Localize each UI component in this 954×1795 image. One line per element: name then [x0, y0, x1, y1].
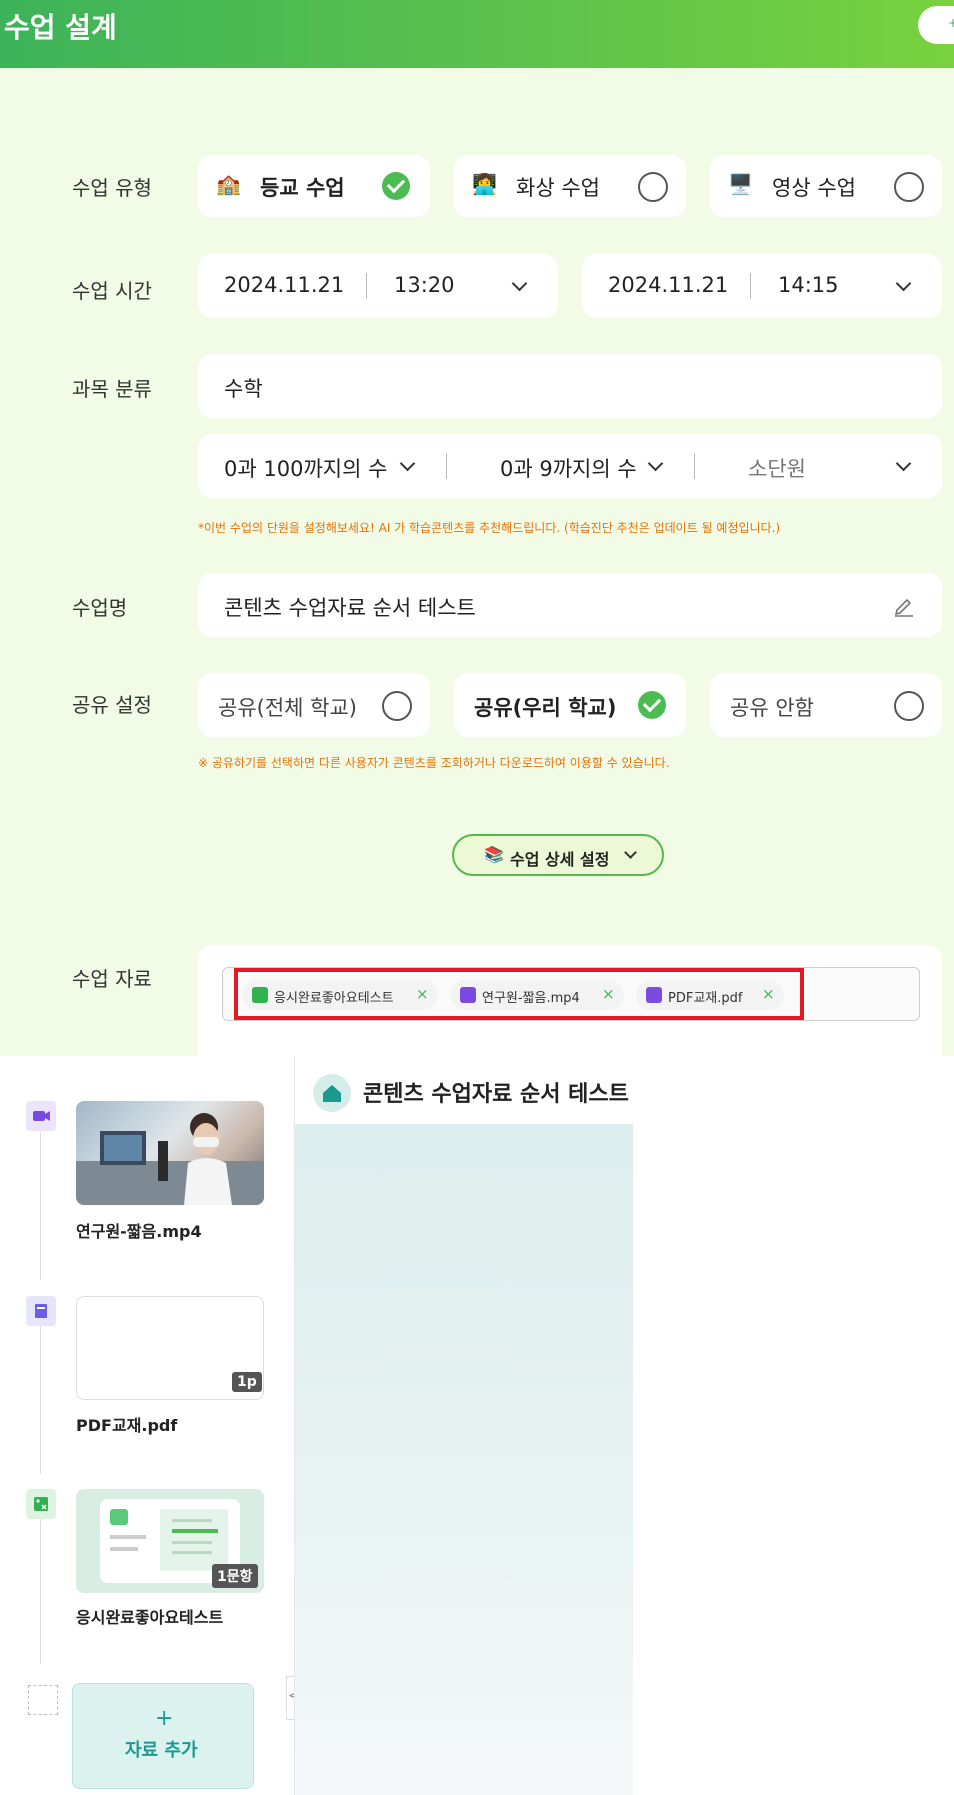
- page-title: 수업 설계: [4, 11, 117, 44]
- monitor-icon: 🖥️: [728, 172, 753, 196]
- chevron-down-icon: [647, 455, 664, 472]
- preview-panel: 콘텐츠 수업자료 순서 테스트: [294, 1056, 633, 1795]
- subject-select[interactable]: 수학: [198, 354, 942, 418]
- chevron-down-icon: [399, 455, 416, 472]
- checked-icon: [638, 691, 666, 719]
- share-option-our-school[interactable]: 공유(우리 학교): [454, 673, 686, 737]
- add-material-button[interactable]: + 자료 추가: [72, 1683, 254, 1789]
- material-chip-video[interactable]: 연구원-짧음.mp4 ×: [450, 980, 624, 1010]
- preview-content: [295, 1124, 633, 1795]
- timeline-connector: [40, 1518, 41, 1664]
- type-label: 수업 유형: [72, 176, 152, 200]
- timeline-item-name: PDF교재.pdf: [76, 1416, 178, 1435]
- type-option-label: 화상 수업: [516, 176, 600, 200]
- timeline-connector: [40, 1326, 41, 1474]
- share-label: 공유 설정: [72, 693, 152, 717]
- share-option-label: 공유(우리 학교): [474, 696, 617, 720]
- unit-select-major[interactable]: 0과 100까지의 수: [224, 453, 387, 483]
- share-option-none[interactable]: 공유 안함: [710, 673, 942, 737]
- home-icon[interactable]: [313, 1074, 351, 1112]
- detail-settings-label: 수업 상세 설정: [510, 850, 610, 869]
- empty-slot-icon: [28, 1685, 58, 1715]
- divider: [446, 453, 447, 479]
- end-datetime-select[interactable]: 2024.11.21 14:15: [582, 254, 942, 318]
- unit-select-middle[interactable]: 0과 9까지의 수: [500, 453, 637, 483]
- video-icon: [26, 1101, 56, 1131]
- timeline-item-name: 연구원-짧음.mp4: [76, 1222, 202, 1241]
- quiz-icon: [252, 987, 268, 1003]
- header-action-button[interactable]: +: [918, 6, 954, 44]
- unit-select-row: 0과 100까지의 수 0과 9까지의 수 소단원: [198, 434, 942, 498]
- books-icon: 📚: [484, 845, 504, 864]
- subject-label: 과목 분류: [72, 377, 152, 401]
- chevron-down-icon: [895, 275, 912, 292]
- chevron-down-icon: [624, 846, 637, 859]
- lesson-name-value: 콘텐츠 수업자료 순서 테스트: [224, 596, 476, 620]
- material-chip-name: 연구원-짧음.mp4: [482, 991, 580, 1006]
- end-date: 2024.11.21: [608, 273, 729, 297]
- unchecked-icon: [894, 172, 924, 202]
- materials-label: 수업 자료: [72, 967, 152, 991]
- unchecked-icon: [638, 172, 668, 202]
- share-option-label: 공유 안함: [730, 696, 814, 720]
- type-option-video-call[interactable]: 👩‍💻 화상 수업: [454, 155, 686, 217]
- video-thumbnail[interactable]: [76, 1101, 264, 1205]
- share-option-all-schools[interactable]: 공유(전체 학교): [198, 673, 430, 737]
- timeline-connector: [40, 1132, 41, 1280]
- chevron-down-icon: [511, 275, 528, 292]
- type-option-label: 영상 수업: [772, 176, 856, 200]
- material-chip-quiz[interactable]: 응시완료좋아요테스트 ×: [242, 980, 438, 1010]
- preview-header: 콘텐츠 수업자료 순서 테스트: [295, 1056, 633, 1124]
- chevron-down-icon: [895, 455, 912, 472]
- share-note: ※ 공유하기를 선택하면 다른 사용자가 콘텐츠를 조회하거나 다운로드하여 이…: [198, 756, 670, 770]
- unchecked-icon: [382, 691, 412, 721]
- name-label: 수업명: [72, 596, 128, 620]
- pencil-icon[interactable]: [892, 593, 916, 617]
- add-material-label: 자료 추가: [125, 1740, 198, 1761]
- type-option-recorded[interactable]: 🖥️ 영상 수업: [710, 155, 942, 217]
- divider: [694, 453, 695, 479]
- start-date: 2024.11.21: [224, 273, 345, 297]
- material-chip-name: PDF교재.pdf: [668, 991, 743, 1006]
- share-option-label: 공유(전체 학교): [218, 696, 357, 720]
- remove-icon[interactable]: ×: [602, 985, 615, 1003]
- video-icon: [460, 987, 476, 1003]
- quiz-icon: [26, 1489, 56, 1519]
- lesson-name-field[interactable]: 콘텐츠 수업자료 순서 테스트: [198, 573, 942, 637]
- end-time: 14:15: [778, 273, 839, 297]
- timeline-item-name: 응시완료좋아요테스트: [76, 1608, 224, 1627]
- checked-icon: [382, 172, 410, 200]
- material-chip-pdf[interactable]: PDF교재.pdf ×: [636, 980, 784, 1010]
- question-count-badge: 1문항: [212, 1564, 258, 1588]
- type-option-offline[interactable]: 🏫 등교 수업: [198, 155, 430, 217]
- plus-icon: +: [948, 16, 954, 30]
- time-label: 수업 시간: [72, 279, 152, 303]
- remove-icon[interactable]: ×: [416, 985, 429, 1003]
- unchecked-icon: [894, 691, 924, 721]
- remove-icon[interactable]: ×: [762, 985, 775, 1003]
- unit-select-minor[interactable]: 소단원: [748, 453, 806, 483]
- app-header: 수업 설계 +: [0, 0, 954, 68]
- material-chip-name: 응시완료좋아요테스트: [274, 991, 394, 1006]
- start-datetime-select[interactable]: 2024.11.21 13:20: [198, 254, 558, 318]
- book-icon: [646, 987, 662, 1003]
- preview-title: 콘텐츠 수업자료 순서 테스트: [363, 1082, 629, 1107]
- person-laptop-icon: 👩‍💻: [472, 172, 497, 196]
- school-icon: 🏫: [216, 172, 241, 196]
- start-time: 13:20: [394, 273, 455, 297]
- page-count-badge: 1p: [232, 1372, 262, 1392]
- divider: [750, 273, 751, 299]
- type-option-label: 등교 수업: [260, 176, 345, 200]
- detail-settings-button[interactable]: 📚 수업 상세 설정: [452, 834, 664, 876]
- book-icon: [26, 1296, 56, 1326]
- divider: [366, 273, 367, 299]
- plus-icon: +: [155, 1706, 174, 1731]
- unit-note: *이번 수업의 단원을 설정해보세요! AI 가 학습콘텐츠를 추천해드립니다.…: [198, 521, 781, 535]
- subject-value: 수학: [224, 377, 263, 401]
